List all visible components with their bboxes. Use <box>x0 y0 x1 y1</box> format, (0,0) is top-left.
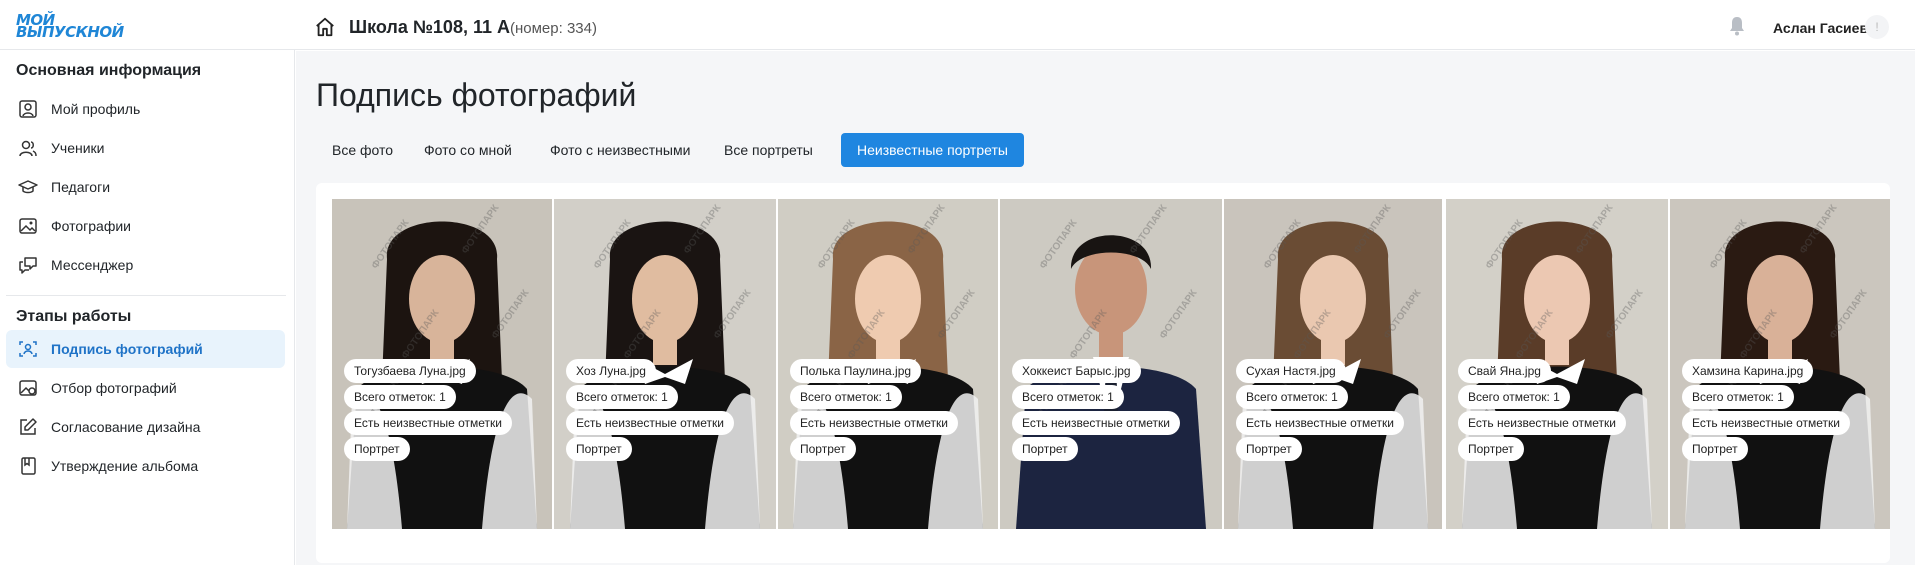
photo-filename-tag: Хоз Луна.jpg <box>566 359 656 383</box>
sidebar-item-label: Подпись фотографий <box>51 341 203 357</box>
sidebar-item-photo-selection[interactable]: Отбор фотографий <box>6 369 285 407</box>
sidebar-item-label: Отбор фотографий <box>51 380 177 396</box>
profile-icon <box>19 100 37 118</box>
portrait-type-tag: Портрет <box>1682 437 1748 461</box>
user-avatar[interactable]: ! <box>1865 15 1889 39</box>
unknown-marks-tag: Есть неизвестные отметки <box>1236 411 1405 435</box>
sidebar-item-label: Педагоги <box>51 179 111 195</box>
logo-line2: ВЫПУСКНОЙ <box>16 23 124 41</box>
photo-filename-tag: Хоккеист Барыс.jpg <box>1012 359 1141 383</box>
marks-count-tag: Всего отметок: 1 <box>344 385 456 409</box>
portrait-type-tag: Портрет <box>344 437 410 461</box>
sidebar: Основная информация Мой профиль Ученики … <box>0 50 295 565</box>
tab-all-photos[interactable]: Все фото <box>316 133 409 167</box>
sidebar-item-label: Утверждение альбома <box>51 458 199 474</box>
chat-icon <box>19 257 37 274</box>
photo-card[interactable]: ФОТОПАРКФОТОПАРКФОТОПАРКФОТОПАРКФОТОПАРК… <box>332 199 552 529</box>
photo-card[interactable]: ФОТОПАРКФОТОПАРКФОТОПАРКФОТОПАРКФОТОПАРК… <box>1670 199 1890 529</box>
section-stages-title: Этапы работы <box>16 308 132 325</box>
unknown-marks-tag: Есть неизвестные отметки <box>566 411 735 435</box>
home-icon[interactable] <box>314 16 336 38</box>
portrait-type-tag: Портрет <box>1458 437 1524 461</box>
unknown-marks-tag: Есть неизвестные отметки <box>790 411 959 435</box>
sidebar-item-label: Мессенджер <box>51 257 134 273</box>
photo-card[interactable]: ФОТОПАРКФОТОПАРКФОТОПАРКФОТОПАРКФОТОПАРК… <box>1224 199 1442 529</box>
image-icon <box>19 218 37 234</box>
marks-count-tag: Всего отметок: 1 <box>1012 385 1124 409</box>
school-number: (номер: 334) <box>510 20 597 37</box>
sidebar-item-teachers[interactable]: Педагоги <box>6 168 285 206</box>
tab-all-portraits[interactable]: Все портреты <box>708 133 829 167</box>
sidebar-item-label: Мой профиль <box>51 101 141 117</box>
tab-photos-with-me[interactable]: Фото со мной <box>408 133 528 167</box>
photo-filename-tag: Свай Яна.jpg <box>1458 359 1551 383</box>
photo-filename-tag: Тогузбаева Луна.jpg <box>344 359 476 383</box>
unknown-marks-tag: Есть неизвестные отметки <box>344 411 513 435</box>
sidebar-item-photos[interactable]: Фотографии <box>6 207 285 245</box>
marks-count-tag: Всего отметок: 1 <box>790 385 902 409</box>
portrait-type-tag: Портрет <box>566 437 632 461</box>
main-content: Подпись фотографий Все фото Фото со мной… <box>296 51 1915 565</box>
photo-card[interactable]: ФОТОПАРКФОТОПАРКФОТОПАРКФОТОПАРКФОТОПАРК… <box>778 199 998 529</box>
edit-icon <box>20 418 37 435</box>
portrait-type-tag: Портрет <box>1236 437 1302 461</box>
photo-filename-tag: Хамзина Карина.jpg <box>1682 359 1814 383</box>
sidebar-item-label: Согласование дизайна <box>51 419 201 435</box>
graduation-cap-icon <box>18 180 38 194</box>
school-title: Школа №108, 11 А <box>349 17 510 37</box>
section-main-info-title: Основная информация <box>16 62 202 79</box>
users-icon <box>19 140 37 157</box>
marks-count-tag: Всего отметок: 1 <box>566 385 678 409</box>
photo-card[interactable]: ФОТОПАРКФОТОПАРКФОТОПАРКФОТОПАРКФОТОПАРК… <box>1446 199 1668 529</box>
sidebar-item-photo-signing[interactable]: Подпись фотографий <box>6 330 285 368</box>
unknown-marks-tag: Есть неизвестные отметки <box>1458 411 1627 435</box>
sidebar-item-messenger[interactable]: Мессенджер <box>6 246 285 284</box>
portrait-type-tag: Портрет <box>1012 437 1078 461</box>
photo-card[interactable]: ФОТОПАРКФОТОПАРКФОТОПАРКФОТОПАРКФОТОПАРК… <box>1000 199 1222 529</box>
sidebar-item-label: Ученики <box>51 140 105 156</box>
sidebar-item-students[interactable]: Ученики <box>6 129 285 167</box>
top-header: МОЙ ВЫПУСКНОЙ Школа №108, 11 А (номер: 3… <box>0 0 1915 50</box>
face-scan-icon <box>19 341 37 357</box>
tab-unknown-portraits[interactable]: Неизвестные портреты <box>841 133 1024 167</box>
image-select-icon <box>19 380 37 396</box>
marks-count-tag: Всего отметок: 1 <box>1682 385 1794 409</box>
tab-photos-with-unknown[interactable]: Фото с неизвестными <box>534 133 706 167</box>
page-title: Подпись фотографий <box>316 77 637 113</box>
unknown-marks-tag: Есть неизвестные отметки <box>1012 411 1181 435</box>
sidebar-item-label: Фотографии <box>51 218 132 234</box>
sidebar-item-album-approval[interactable]: Утверждение альбома <box>6 447 285 485</box>
sidebar-divider <box>6 295 286 296</box>
marks-count-tag: Всего отметок: 1 <box>1236 385 1348 409</box>
portrait-type-tag: Портрет <box>790 437 856 461</box>
sidebar-item-profile[interactable]: Мой профиль <box>6 90 285 128</box>
book-icon <box>21 457 36 475</box>
user-name[interactable]: Аслан Гасиев <box>1773 20 1868 36</box>
photo-card[interactable]: ФОТОПАРКФОТОПАРКФОТОПАРКФОТОПАРКФОТОПАРК… <box>554 199 776 529</box>
photo-filename-tag: Сухая Настя.jpg <box>1236 359 1346 383</box>
photo-filename-tag: Полька Паулина.jpg <box>790 359 922 383</box>
app-logo[interactable]: МОЙ ВЫПУСКНОЙ <box>16 13 126 42</box>
unknown-marks-tag: Есть неизвестные отметки <box>1682 411 1851 435</box>
sidebar-item-design-approval[interactable]: Согласование дизайна <box>6 408 285 446</box>
photos-panel: ФОТОПАРКФОТОПАРКФОТОПАРКФОТОПАРКФОТОПАРК… <box>316 183 1890 563</box>
bell-icon[interactable] <box>1728 16 1746 36</box>
marks-count-tag: Всего отметок: 1 <box>1458 385 1570 409</box>
